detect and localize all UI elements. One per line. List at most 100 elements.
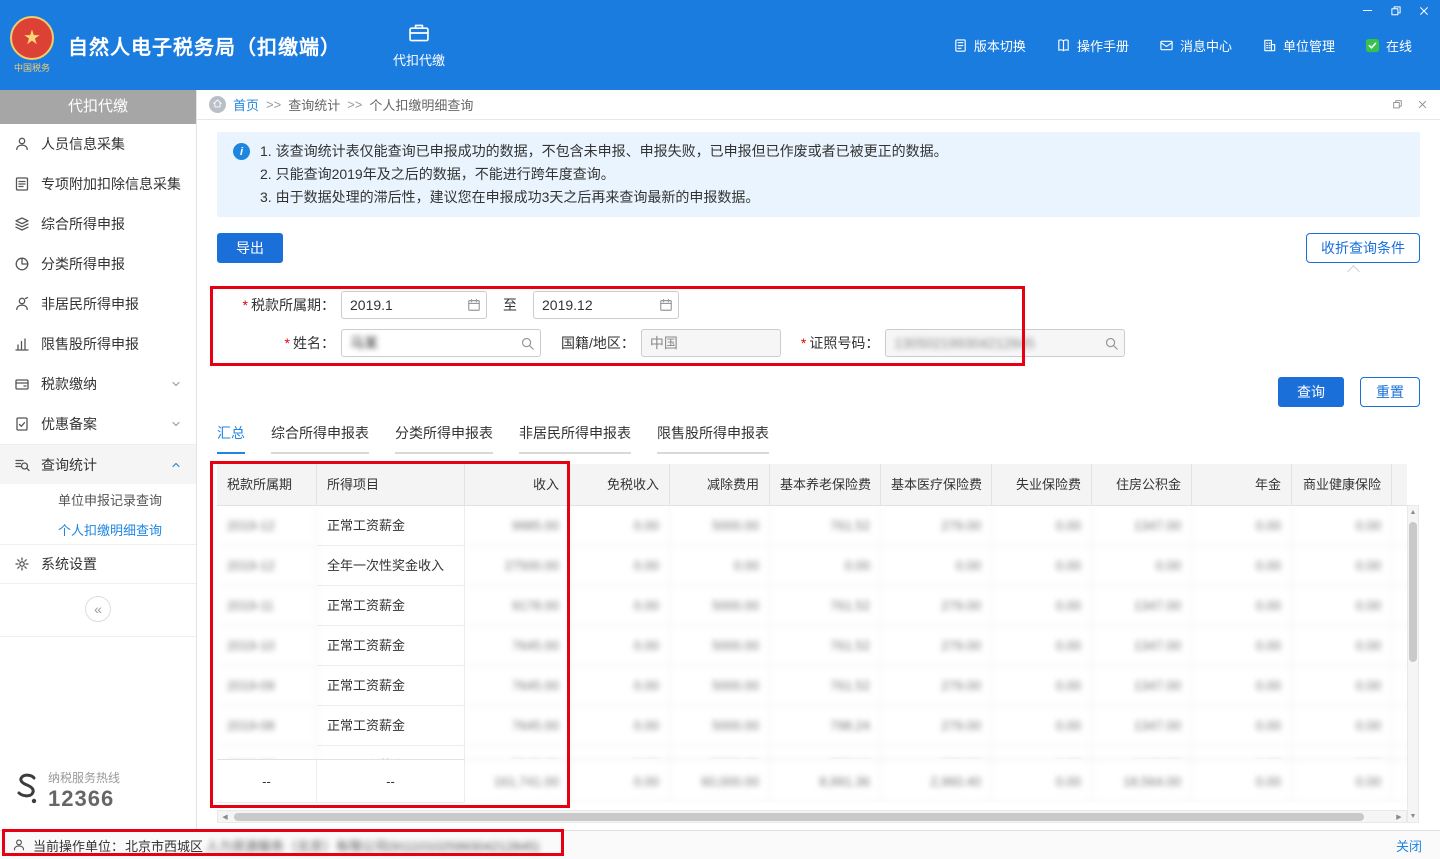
- breadcrumb-current: 个人扣缴明细查询: [369, 95, 473, 114]
- sidebar-item-9[interactable]: 单位申报记录查询: [0, 484, 196, 514]
- titlebar-nav-1[interactable]: 操作手册: [1056, 36, 1129, 55]
- horizontal-scroll-thumb[interactable]: [234, 813, 1364, 821]
- notice-line: 1. 该查询统计表仅能查询已申报成功的数据，不包含未申报、申报失败，已申报但已作…: [260, 140, 948, 163]
- query-button[interactable]: 查询: [1278, 377, 1344, 407]
- vertical-scrollbar[interactable]: ▲ ▼: [1407, 505, 1419, 823]
- search-icon[interactable]: [520, 336, 535, 351]
- sidebar-item-2[interactable]: 综合所得申报: [0, 204, 196, 244]
- name-label: *姓名：: [217, 333, 335, 353]
- horizontal-scrollbar[interactable]: ◀ ▶: [217, 810, 1407, 823]
- table-row[interactable]: 2019-10正常工资薪金7645.000.005000.00761.52279…: [217, 626, 1407, 666]
- table-header-cell: 税款所属期: [217, 464, 317, 506]
- panel-close-icon[interactable]: [1417, 99, 1428, 110]
- home-icon[interactable]: [209, 96, 226, 113]
- table-row[interactable]: 2019-11正常工资薪金9178.000.005000.00761.52279…: [217, 586, 1407, 626]
- tab-4[interactable]: 限售股所得申报表: [657, 423, 769, 454]
- scroll-up-icon[interactable]: ▲: [1408, 506, 1418, 518]
- titlebar-nav-3[interactable]: 单位管理: [1262, 36, 1335, 55]
- titlebar: ★ 中国税务 自然人电子税务局（扣缴端） 代扣代缴 版本切换操作手册消息中心单位…: [0, 0, 1440, 90]
- table-cell: 9178.00: [465, 586, 570, 626]
- period-from-field[interactable]: 2019.1: [341, 291, 487, 319]
- table-cell: 0.00: [570, 546, 670, 586]
- close-icon[interactable]: [1418, 5, 1430, 17]
- table-row[interactable]: 2019-09正常工资薪金7645.000.005000.00761.52279…: [217, 666, 1407, 706]
- search-icon[interactable]: [1104, 336, 1119, 351]
- filter-actions: 查询 重置: [217, 377, 1420, 407]
- table-cell: 0.00: [1292, 546, 1392, 586]
- table-cell: 0.00: [1292, 626, 1392, 666]
- sidebar-item-7[interactable]: 优惠备案: [0, 404, 196, 444]
- calendar-icon[interactable]: [659, 298, 673, 312]
- person-icon: [14, 136, 31, 153]
- sidebar-item-10[interactable]: 个人扣缴明细查询: [0, 514, 196, 544]
- online-icon: [1365, 38, 1380, 53]
- sidebar-item-11[interactable]: 系统设置: [0, 544, 196, 584]
- table-cell: 761.52: [770, 586, 881, 626]
- table-row[interactable]: 2019-07正常工资薪金7645.000.005000.00798.24279…: [217, 746, 1407, 759]
- table-cell: 161,741.00: [465, 759, 570, 803]
- scroll-left-icon[interactable]: ◀: [218, 811, 232, 822]
- tab-0[interactable]: 汇总: [217, 423, 245, 454]
- id-label: *证照号码：: [801, 333, 879, 353]
- titlebar-nav-4[interactable]: 在线: [1365, 36, 1412, 55]
- id-number-field[interactable]: 130502199304212845: [885, 329, 1125, 357]
- table-cell: 0.00: [1192, 746, 1292, 759]
- sidebar-item-3[interactable]: 分类所得申报: [0, 244, 196, 284]
- tab-withholding[interactable]: 代扣代缴: [393, 22, 445, 69]
- form-icon: [14, 176, 31, 193]
- collapse-filter-button[interactable]: 收折查询条件: [1306, 233, 1420, 263]
- table-cell: 0.00: [570, 706, 670, 746]
- stats-icon: [14, 456, 31, 473]
- breadcrumb-query-stats[interactable]: 查询统计: [288, 95, 340, 114]
- result-tabs: 汇总综合所得申报表分类所得申报表非居民所得申报表限售股所得申报表: [217, 423, 1420, 454]
- table-cell: 279.00: [881, 586, 992, 626]
- table-row[interactable]: 2019-08正常工资薪金7645.000.005000.00798.24279…: [217, 706, 1407, 746]
- breadcrumb-home[interactable]: 首页: [233, 95, 259, 114]
- sidebar-collapse-button[interactable]: «: [85, 596, 111, 622]
- close-panel-link[interactable]: 关闭: [1396, 836, 1428, 855]
- restore-icon[interactable]: [1390, 5, 1402, 17]
- table-row[interactable]: 2019-12正常工资薪金9985.000.005000.00761.52279…: [217, 506, 1407, 546]
- titlebar-nav-2[interactable]: 消息中心: [1159, 36, 1232, 55]
- main-content: i 1. 该查询统计表仅能查询已申报成功的数据，不包含未申报、申报失败，已申报但…: [197, 132, 1440, 803]
- export-button[interactable]: 导出: [217, 233, 283, 263]
- window-controls: [1361, 4, 1430, 17]
- panel-restore-icon[interactable]: [1392, 99, 1403, 110]
- reset-button[interactable]: 重置: [1360, 377, 1420, 407]
- collapse-caret-icon: [1347, 265, 1360, 278]
- calendar-icon[interactable]: [467, 298, 481, 312]
- version-icon: [953, 38, 968, 53]
- current-unit-city: 北京市西城区: [125, 836, 203, 855]
- scroll-right-icon[interactable]: ▶: [1392, 811, 1406, 822]
- table-cell: 0.00: [992, 746, 1092, 759]
- current-unit-label: 当前操作单位：: [33, 836, 124, 855]
- name-field[interactable]: 马某: [341, 329, 541, 357]
- sidebar-item-label: 优惠备案: [41, 414, 97, 434]
- sidebar-item-6[interactable]: 税款缴纳: [0, 364, 196, 404]
- table-cell: 0.00: [992, 706, 1092, 746]
- sidebar-item-5[interactable]: 限售股所得申报: [0, 324, 196, 364]
- table-cell: 正常工资薪金: [317, 506, 465, 546]
- minimize-icon[interactable]: [1361, 4, 1374, 17]
- tab-3[interactable]: 非居民所得申报表: [519, 423, 631, 454]
- sidebar-item-label: 个人扣缴明细查询: [58, 520, 162, 539]
- tab-2[interactable]: 分类所得申报表: [395, 423, 493, 454]
- nationality-field[interactable]: 中国: [641, 329, 781, 357]
- titlebar-nav-0[interactable]: 版本切换: [953, 36, 1026, 55]
- table-cell: 2019-09: [217, 666, 317, 706]
- table-row[interactable]: 2019-12全年一次性奖金收入27500.000.000.000.000.00…: [217, 546, 1407, 586]
- vertical-scroll-thumb[interactable]: [1409, 522, 1417, 662]
- table-cell: 0.00: [1192, 506, 1292, 546]
- filter-row-person: *姓名： 马某 国籍/地区： 中国 *证照号码： 130502199304212…: [217, 329, 1420, 357]
- tab-1[interactable]: 综合所得申报表: [271, 423, 369, 454]
- statusbar: 当前操作单位： 北京市西城区 人力资源服务（北京）有限公司(9111010259…: [0, 830, 1440, 859]
- table-header-cell: 所得项目: [317, 464, 465, 506]
- period-to-field[interactable]: 2019.12: [533, 291, 679, 319]
- sidebar-item-0[interactable]: 人员信息采集: [0, 124, 196, 164]
- table-cell: 279.00: [881, 666, 992, 706]
- sidebar-item-4[interactable]: 非居民所得申报: [0, 284, 196, 324]
- sidebar-item-1[interactable]: 专项附加扣除信息采集: [0, 164, 196, 204]
- scroll-down-icon[interactable]: ▼: [1408, 810, 1418, 822]
- sidebar-item-8[interactable]: 查询统计: [0, 444, 196, 484]
- table-cell: 27500.00: [465, 546, 570, 586]
